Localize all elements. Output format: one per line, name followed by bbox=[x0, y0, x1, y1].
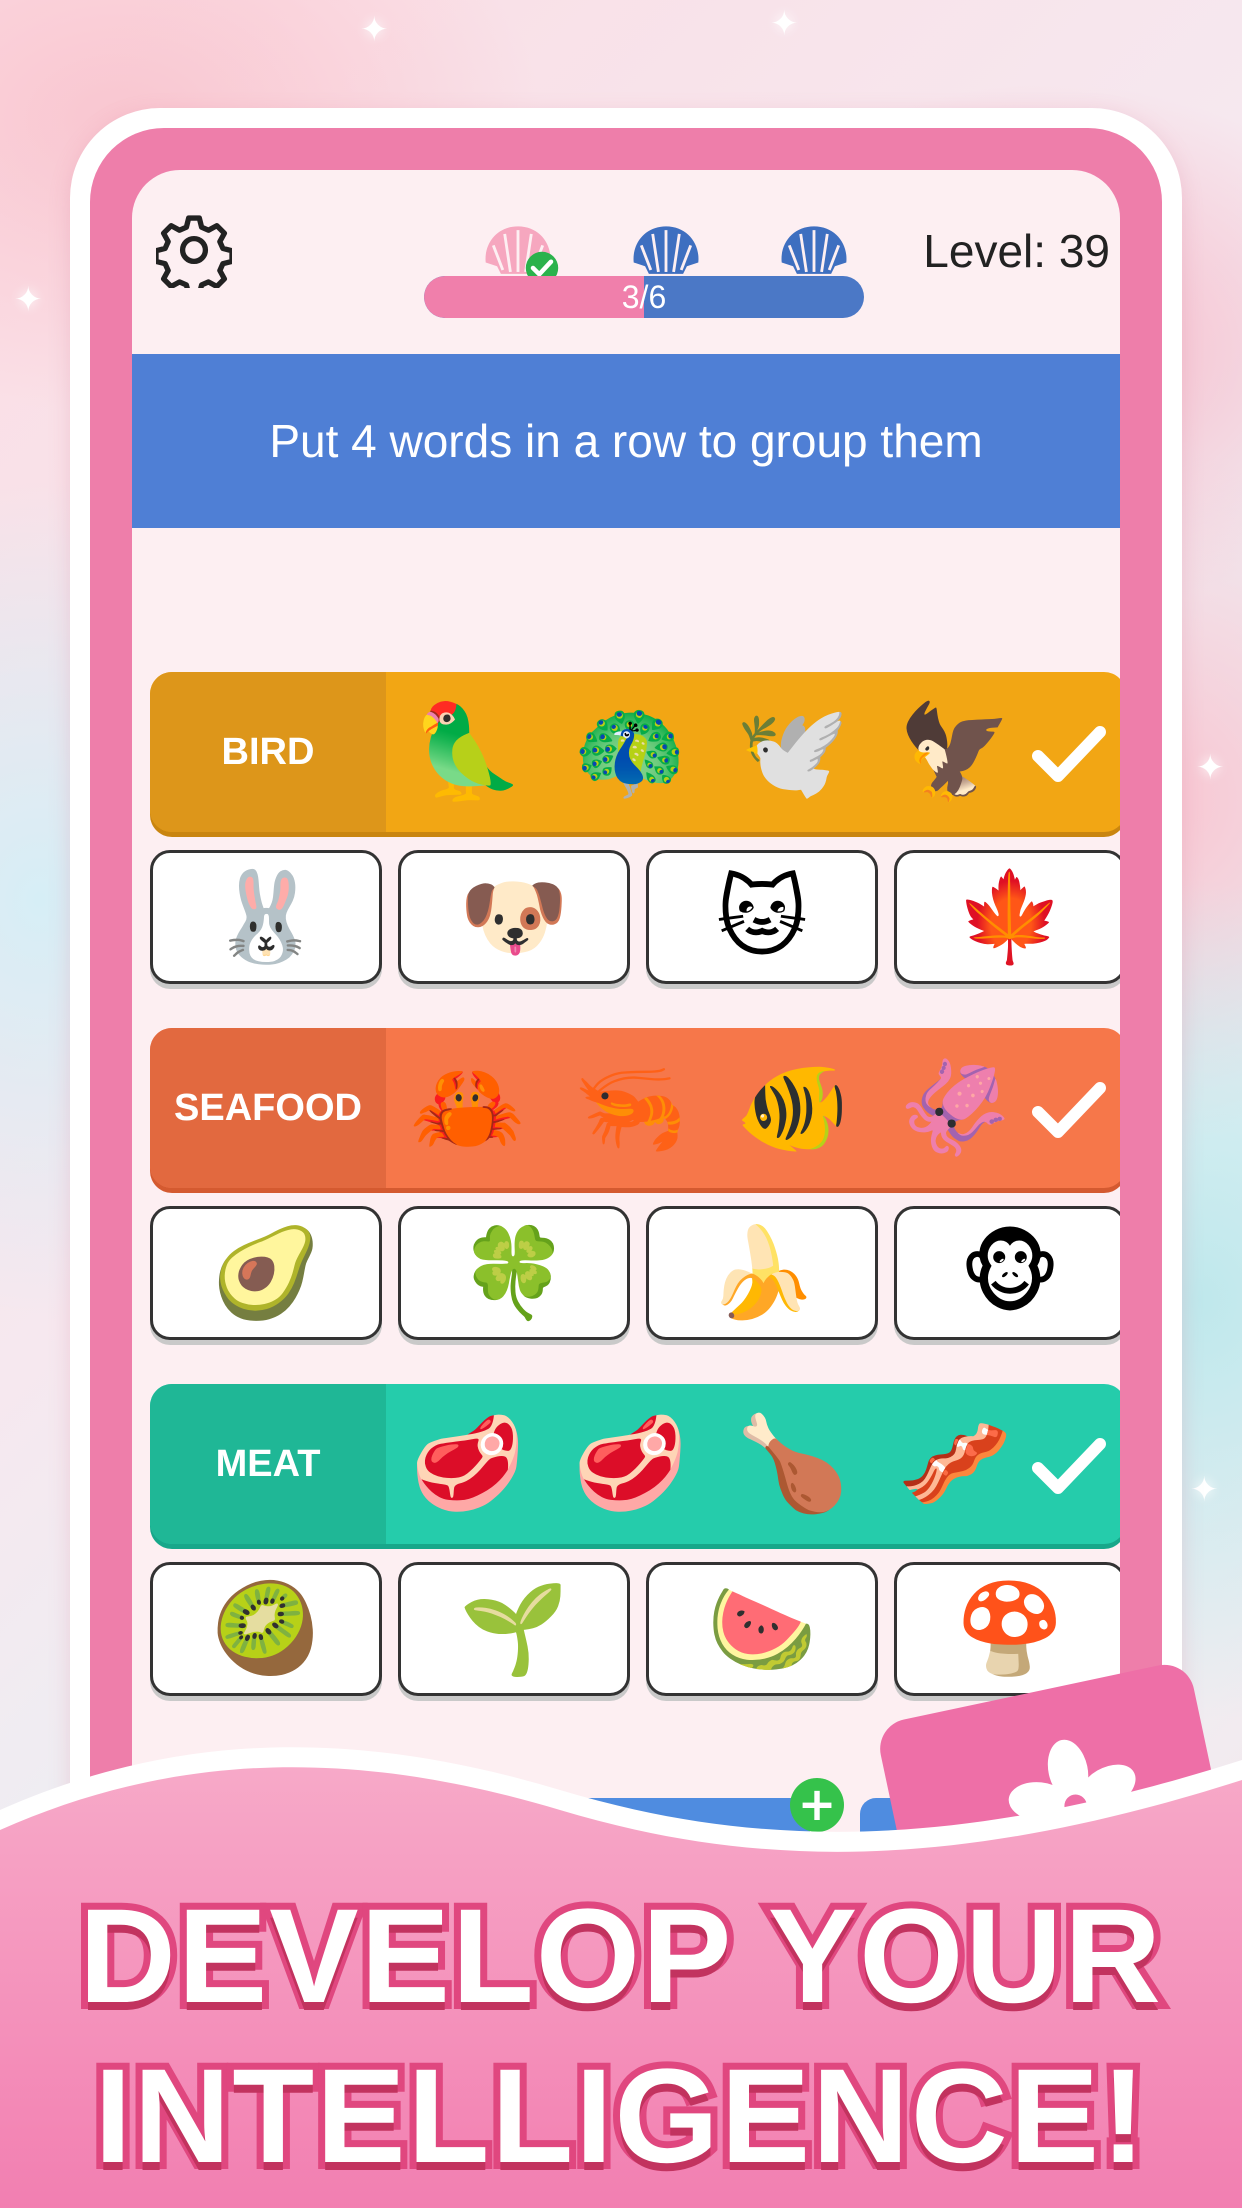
peacock-icon: 🦚 bbox=[572, 698, 688, 805]
seashell-icon bbox=[781, 226, 847, 274]
word-tile-clover[interactable]: 🍀 bbox=[398, 1206, 630, 1340]
word-tile-avocado[interactable]: 🥑 bbox=[150, 1206, 382, 1340]
eagle-icon: 🦅 bbox=[897, 698, 1013, 805]
promo-headline-line1: DEVELOP YOUR bbox=[72, 1875, 1168, 2038]
sparkle-icon: ✦ bbox=[1196, 748, 1225, 788]
sparkle-icon: ✦ bbox=[14, 280, 43, 320]
steak-icon: 🥩 bbox=[572, 1410, 688, 1517]
level-label: Level: 39 bbox=[923, 225, 1110, 277]
word-tile-monkey[interactable]: 🐵 bbox=[894, 1206, 1120, 1340]
group-row-seafood: SEAFOOD 🦀 🦐 🐠 🦑 bbox=[150, 1028, 1120, 1188]
settings-button[interactable] bbox=[153, 212, 235, 297]
shrimp-icon: 🦐 bbox=[572, 1054, 688, 1161]
word-tile-kiwi[interactable]: 🥝 bbox=[150, 1562, 382, 1696]
progress-text: 3/6 bbox=[621, 279, 667, 315]
tile-row: 🥝 🌱 🍉 🍄 bbox=[150, 1562, 1120, 1722]
progress-bar: 3/6 bbox=[424, 276, 864, 318]
gear-icon bbox=[153, 215, 235, 297]
group-items: 🦜 🦚 🕊️ 🦅 bbox=[386, 698, 1120, 806]
progress-shell-2 bbox=[628, 220, 704, 284]
word-tile-rabbit[interactable]: 🐰 bbox=[150, 850, 382, 984]
group-label: MEAT bbox=[150, 1384, 386, 1544]
drumstick-icon: 🍗 bbox=[734, 1410, 850, 1517]
group-label: SEAFOOD bbox=[150, 1028, 386, 1188]
group-row-bird: BIRD 🦜 🦚 🕊️ 🦅 bbox=[150, 672, 1120, 832]
word-tile-cat[interactable]: 🐱 bbox=[646, 850, 878, 984]
word-tile-sprout[interactable]: 🌱 bbox=[398, 1562, 630, 1696]
promo-headline-line2: INTELLIGENCE! bbox=[87, 2035, 1152, 2198]
group-items: 🥩 🥩 🍗 🥓 bbox=[386, 1410, 1120, 1518]
checkmark-icon bbox=[1032, 726, 1106, 782]
word-tile-watermelon[interactable]: 🍉 bbox=[646, 1562, 878, 1696]
dove-icon: 🕊️ bbox=[734, 698, 850, 805]
sparkle-icon: ✦ bbox=[770, 4, 799, 44]
fish-icon: 🐠 bbox=[734, 1054, 850, 1161]
meat-cut-icon: 🥩 bbox=[409, 1410, 525, 1517]
seashell-icon bbox=[633, 226, 699, 274]
group-items: 🦀 🦐 🐠 🦑 bbox=[386, 1054, 1120, 1162]
word-tile-dog[interactable]: 🐶 bbox=[398, 850, 630, 984]
parrot-icon: 🦜 bbox=[409, 698, 525, 805]
group-row-meat: MEAT 🥩 🥩 🍗 🥓 bbox=[150, 1384, 1120, 1544]
tile-row: 🥑 🍀 🍌 🐵 bbox=[150, 1206, 1120, 1366]
progress-shell-1 bbox=[480, 220, 559, 285]
instruction-banner: Put 4 words in a row to group them bbox=[132, 354, 1120, 528]
word-tile-banana[interactable]: 🍌 bbox=[646, 1206, 878, 1340]
word-tile-mushroom[interactable]: 🍄 bbox=[894, 1562, 1120, 1696]
bacon-icon: 🥓 bbox=[897, 1410, 1013, 1517]
tile-row: 🐰 🐶 🐱 🍁 bbox=[150, 850, 1120, 1010]
crab-icon: 🦀 bbox=[409, 1054, 525, 1161]
squid-icon: 🦑 bbox=[897, 1054, 1013, 1161]
sparkle-icon: ✦ bbox=[360, 10, 389, 50]
word-tile-maple-leaf[interactable]: 🍁 bbox=[894, 850, 1120, 984]
group-label: BIRD bbox=[150, 672, 386, 832]
checkmark-icon bbox=[1032, 1438, 1106, 1494]
checkmark-icon bbox=[1032, 1082, 1106, 1138]
progress-shell-3 bbox=[776, 220, 852, 284]
sparkle-icon: ✦ bbox=[1190, 1470, 1219, 1510]
